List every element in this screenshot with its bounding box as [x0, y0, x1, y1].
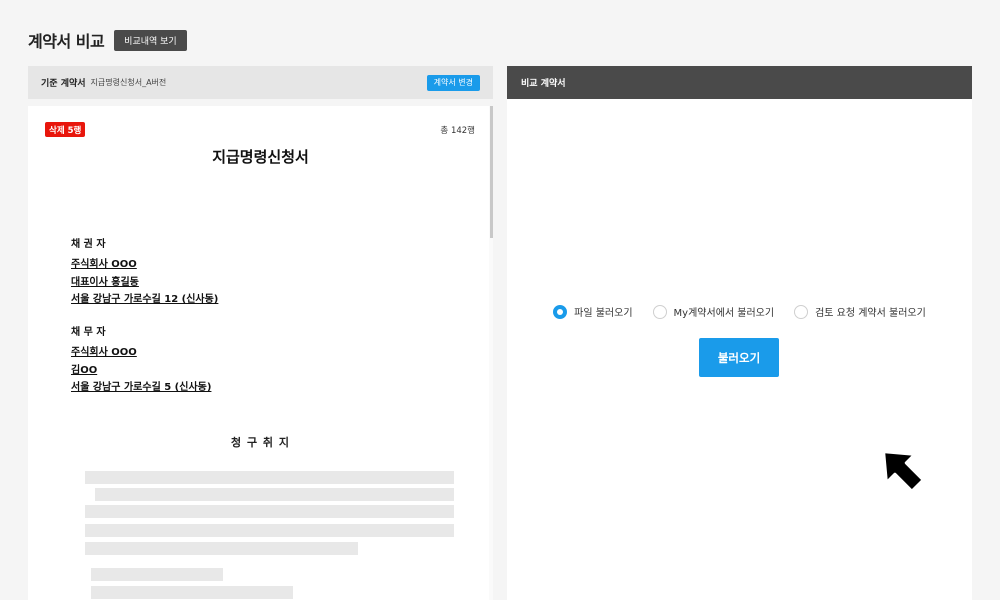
- radio-unchecked-icon[interactable]: [794, 304, 809, 319]
- text-placeholder-line: [91, 568, 223, 581]
- compare-contract-header: 비교 계약서: [507, 66, 972, 99]
- radio-load-my-contracts[interactable]: My계약서에서 불러오기: [652, 304, 775, 319]
- compare-contract-panel: 비교 계약서 파일 불러오기 My계약서에서 불러오기 검토 요청 계약서 불러…: [507, 66, 972, 600]
- total-lines-count: 총 142행: [440, 126, 475, 136]
- document-title: 지급명령신청서: [212, 148, 309, 166]
- text-placeholder-line: [85, 471, 454, 484]
- debtor-address: 서울 강남구 가로수길 5 (신사동): [71, 382, 212, 393]
- debtor-heading: 채 무 자: [71, 327, 106, 338]
- scrollbar-thumb[interactable]: [490, 106, 493, 238]
- base-contract-label: 기준 계약서: [41, 79, 86, 89]
- text-placeholder-line: [85, 505, 454, 518]
- text-placeholder-line: [91, 586, 293, 599]
- text-placeholder-line: [85, 524, 454, 537]
- claim-purpose-title: 청 구 취 지: [231, 436, 290, 449]
- radio-load-review-request[interactable]: 검토 요청 계약서 불러오기: [794, 304, 926, 319]
- text-placeholder-line: [85, 542, 358, 555]
- base-contract-filename: 지급명령신청서_A버전: [90, 78, 167, 87]
- base-contract-header: 기준 계약서 지급명령신청서_A버전 계약서 변경: [28, 66, 493, 99]
- debtor-section: 채 무 자 주식회사 OOO 김OO 서울 강남구 가로수길 5 (신사동): [71, 326, 211, 397]
- radio-load-review-request-label: 검토 요청 계약서 불러오기: [815, 308, 926, 319]
- deleted-lines-badge: 삭제 5행: [45, 122, 86, 137]
- radio-load-my-contracts-label: My계약서에서 불러오기: [673, 308, 775, 319]
- radio-load-file[interactable]: 파일 불러오기: [553, 304, 633, 319]
- load-button[interactable]: 불러오기: [699, 338, 779, 377]
- text-placeholder-line: [95, 488, 454, 501]
- creditor-company: 주식회사 OOO: [71, 259, 137, 270]
- arrow-cursor-icon: [882, 450, 925, 493]
- change-contract-button[interactable]: 계약서 변경: [426, 74, 480, 91]
- radio-unchecked-icon[interactable]: [652, 304, 667, 319]
- radio-load-file-label: 파일 불러오기: [574, 308, 633, 319]
- base-contract-panel: 기준 계약서 지급명령신청서_A버전 계약서 변경 삭제 5행 총 142행 지…: [28, 66, 493, 600]
- view-history-button[interactable]: 비교내역 보기: [114, 29, 187, 51]
- scrollbar-track[interactable]: [489, 106, 493, 600]
- creditor-section: 채 권 자 주식회사 OOO 대표이사 홍길동 서울 강남구 가로수길 12 (…: [71, 238, 218, 309]
- load-source-radio-group: 파일 불러오기 My계약서에서 불러오기 검토 요청 계약서 불러오기: [507, 304, 972, 319]
- page-header: 계약서 비교 비교내역 보기: [28, 28, 187, 52]
- debtor-name: 김OO: [71, 364, 98, 376]
- radio-checked-icon[interactable]: [553, 304, 568, 319]
- creditor-address: 서울 강남구 가로수길 12 (신사동): [71, 294, 219, 305]
- document-viewer[interactable]: 삭제 5행 총 142행 지급명령신청서 채 권 자 주식회사 OOO 대표이사…: [28, 106, 493, 600]
- creditor-representative: 대표이사 홍길동: [71, 276, 139, 288]
- debtor-company: 주식회사 OOO: [71, 347, 137, 358]
- page-title: 계약서 비교: [28, 32, 105, 51]
- creditor-heading: 채 권 자: [71, 239, 106, 250]
